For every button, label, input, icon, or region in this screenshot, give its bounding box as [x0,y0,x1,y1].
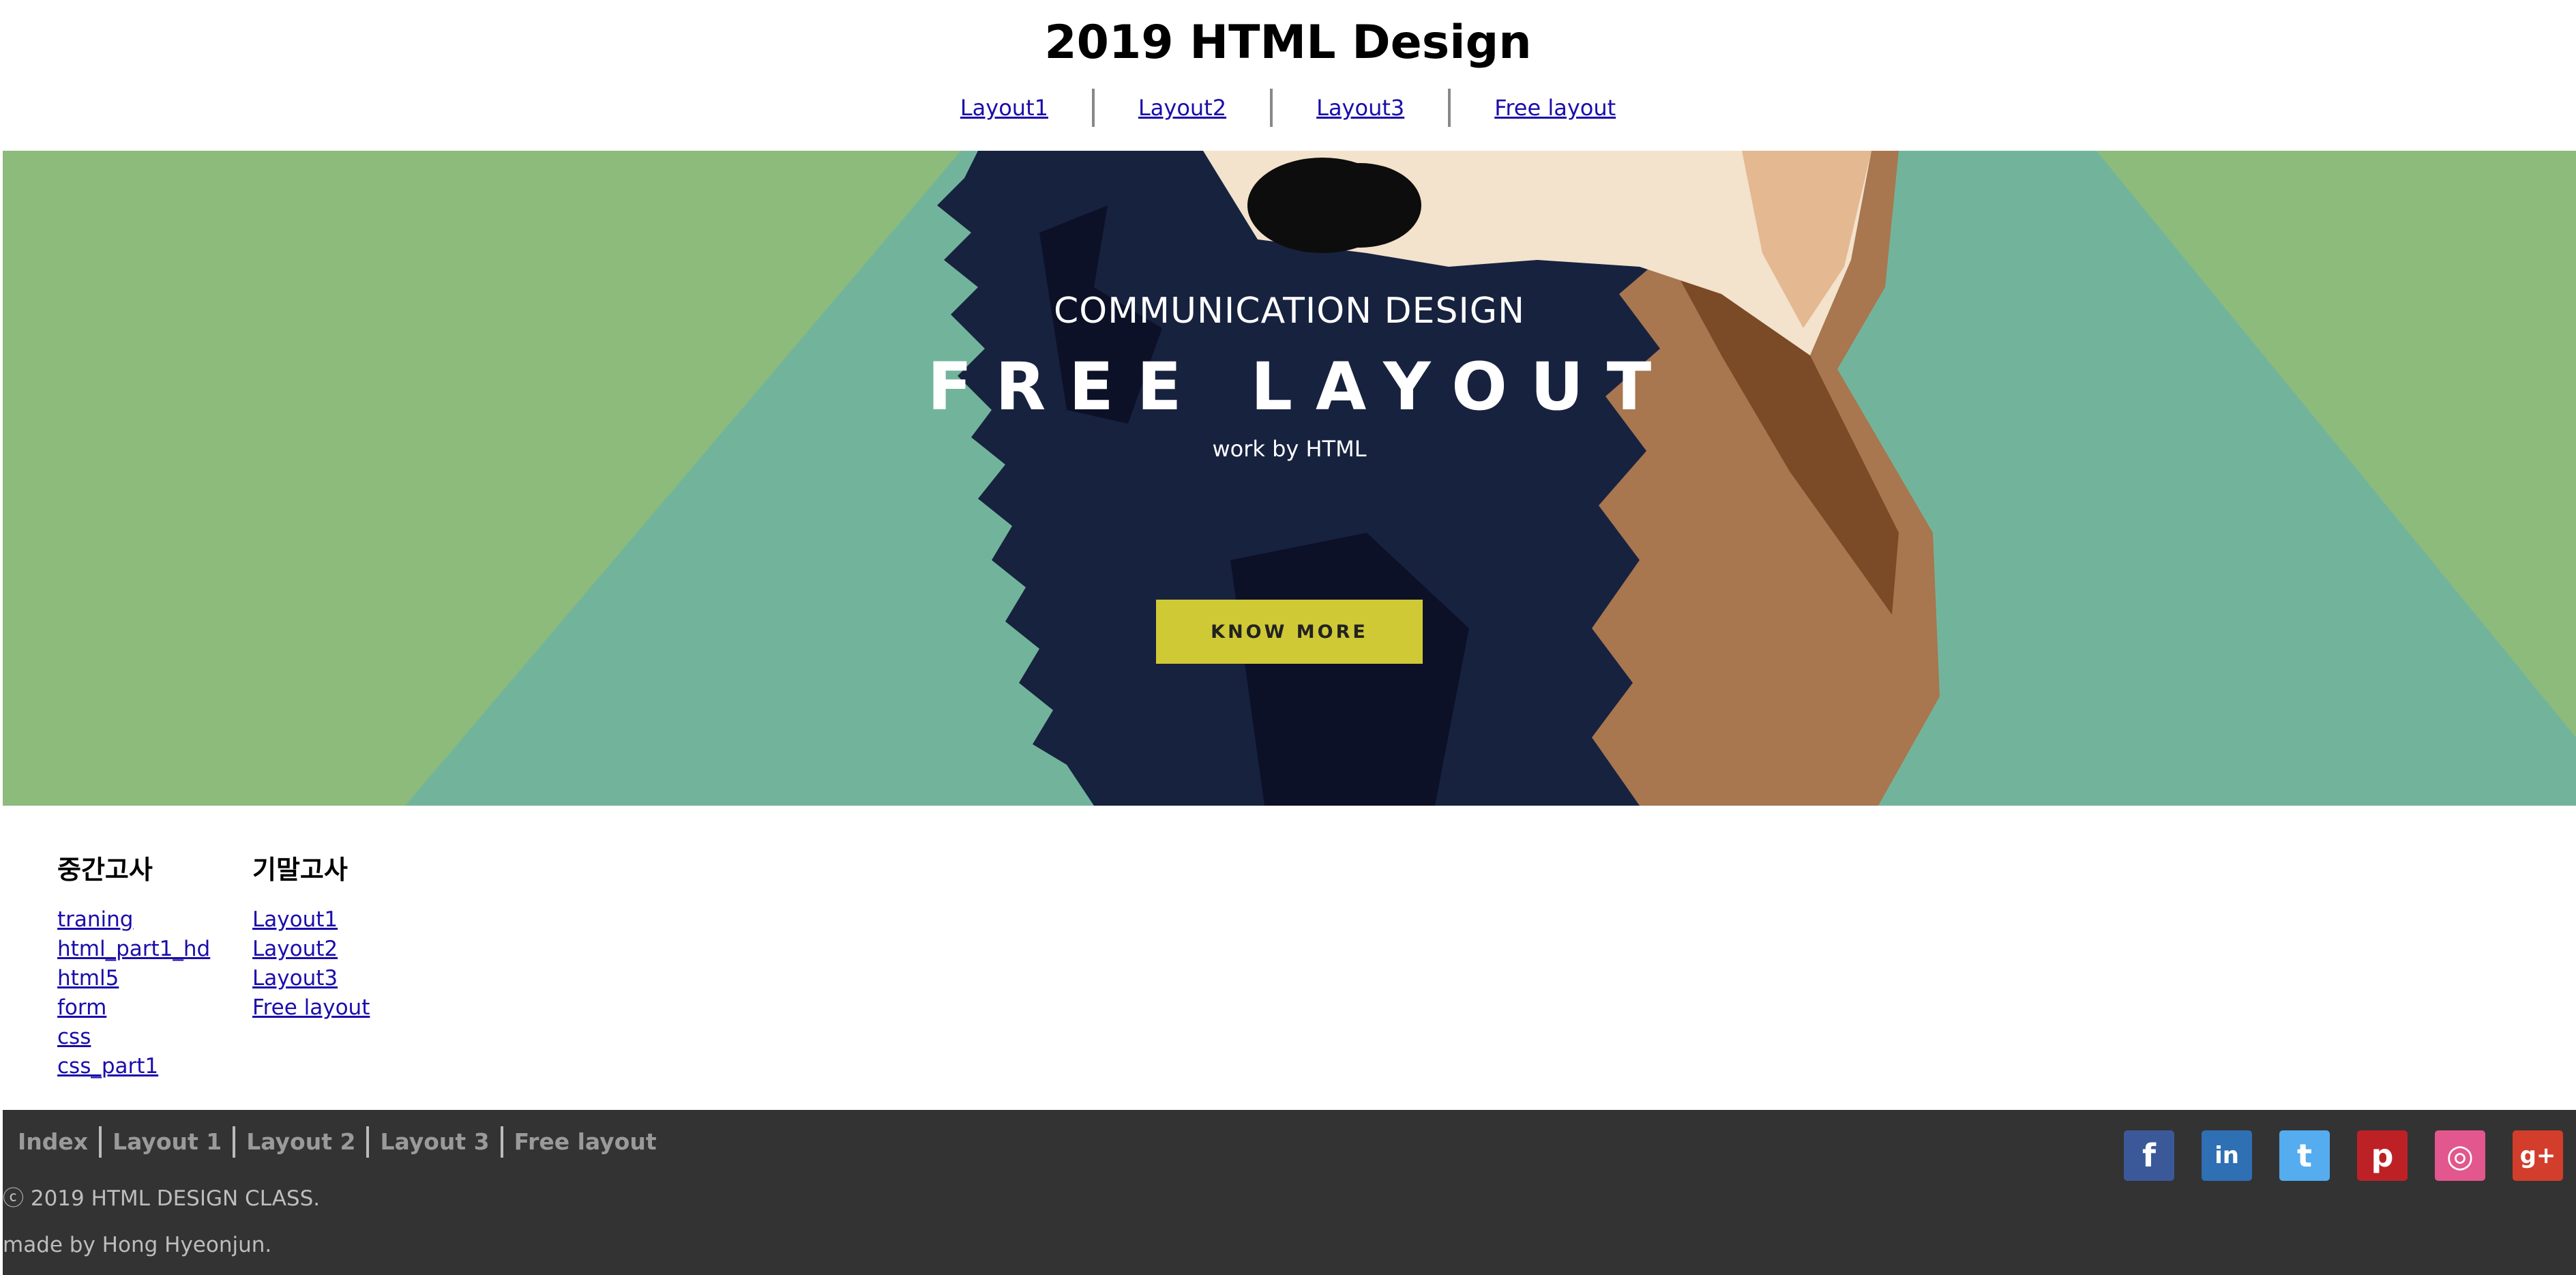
googleplus-icon[interactable]: g+ [2513,1130,2563,1181]
facebook-icon[interactable]: f [2124,1130,2174,1181]
final-column: 기말고사 Layout1 Layout2 Layout3 Free layout [252,849,370,1023]
nav-link-layout2[interactable]: Layout2 [1091,89,1270,127]
link-layout2[interactable]: Layout2 [252,937,338,961]
list-item: traning [57,905,210,935]
site-title: 2019 HTML Design [1044,16,1532,70]
list-item: form [57,993,210,1023]
link-css-part1[interactable]: css_part1 [57,1054,158,1079]
footer-link-index[interactable]: Index [14,1126,99,1158]
list-item: Layout1 [252,905,370,935]
nav-link-layout1[interactable]: Layout1 [917,89,1092,127]
link-layout3[interactable]: Layout3 [252,966,338,991]
list-item: css [57,1023,210,1052]
link-css[interactable]: css [57,1025,91,1049]
link-free-layout[interactable]: Free layout [252,995,370,1020]
midterm-links: traning html_part1_hd html5 form css css… [57,905,210,1081]
list-item: html_part1_hd [57,935,210,964]
list-item: html5 [57,964,210,993]
top-nav: Layout1 Layout2 Layout3 Free layout [0,87,2576,128]
hero-note: work by HTML [1212,436,1367,462]
hero-subtitle: COMMUNICATION DESIGN [1054,291,1525,332]
midterm-column: 중간고사 traning html_part1_hd html5 form cs… [57,849,210,1081]
midterm-heading: 중간고사 [57,855,153,885]
link-html-part1-hd[interactable]: html_part1_hd [57,937,210,961]
twitter-icon[interactable]: t [2279,1130,2330,1181]
footer-link-layout1[interactable]: Layout 1 [99,1126,233,1158]
nav-link-layout3[interactable]: Layout3 [1270,89,1448,127]
linkedin-icon[interactable]: in [2202,1130,2252,1181]
list-item: Layout2 [252,935,370,964]
footer-link-free-layout[interactable]: Free layout [500,1126,668,1158]
final-links: Layout1 Layout2 Layout3 Free layout [252,905,370,1023]
pinterest-icon[interactable]: p [2357,1130,2408,1181]
nav-link-free-layout[interactable]: Free layout [1448,89,1659,127]
copyright-text: ⓒ 2019 HTML DESIGN CLASS. [3,1186,321,1211]
list-item: css_part1 [57,1052,210,1081]
footer: Index Layout 1 Layout 2 Layout 3 Free la… [3,1110,2576,1275]
know-more-button[interactable]: KNOW MORE [1156,600,1423,664]
footer-link-layout3[interactable]: Layout 3 [366,1126,500,1158]
link-traning[interactable]: traning [57,907,133,932]
hero-banner: COMMUNICATION DESIGN FREE LAYOUT work by… [3,151,2576,806]
credit-text: made by Hong Hyeonjun. [3,1233,272,1257]
hero-illustration [3,151,2576,806]
link-layout1[interactable]: Layout1 [252,907,338,932]
list-item: Free layout [252,993,370,1023]
link-form[interactable]: form [57,995,106,1020]
dribbble-icon[interactable]: ◎ [2435,1130,2485,1181]
footer-nav: Index Layout 1 Layout 2 Layout 3 Free la… [14,1126,668,1158]
link-html5[interactable]: html5 [57,966,119,991]
list-item: Layout3 [252,964,370,993]
footer-link-layout2[interactable]: Layout 2 [233,1126,366,1158]
final-heading: 기말고사 [252,855,348,885]
hero-title: FREE LAYOUT [927,349,1675,425]
